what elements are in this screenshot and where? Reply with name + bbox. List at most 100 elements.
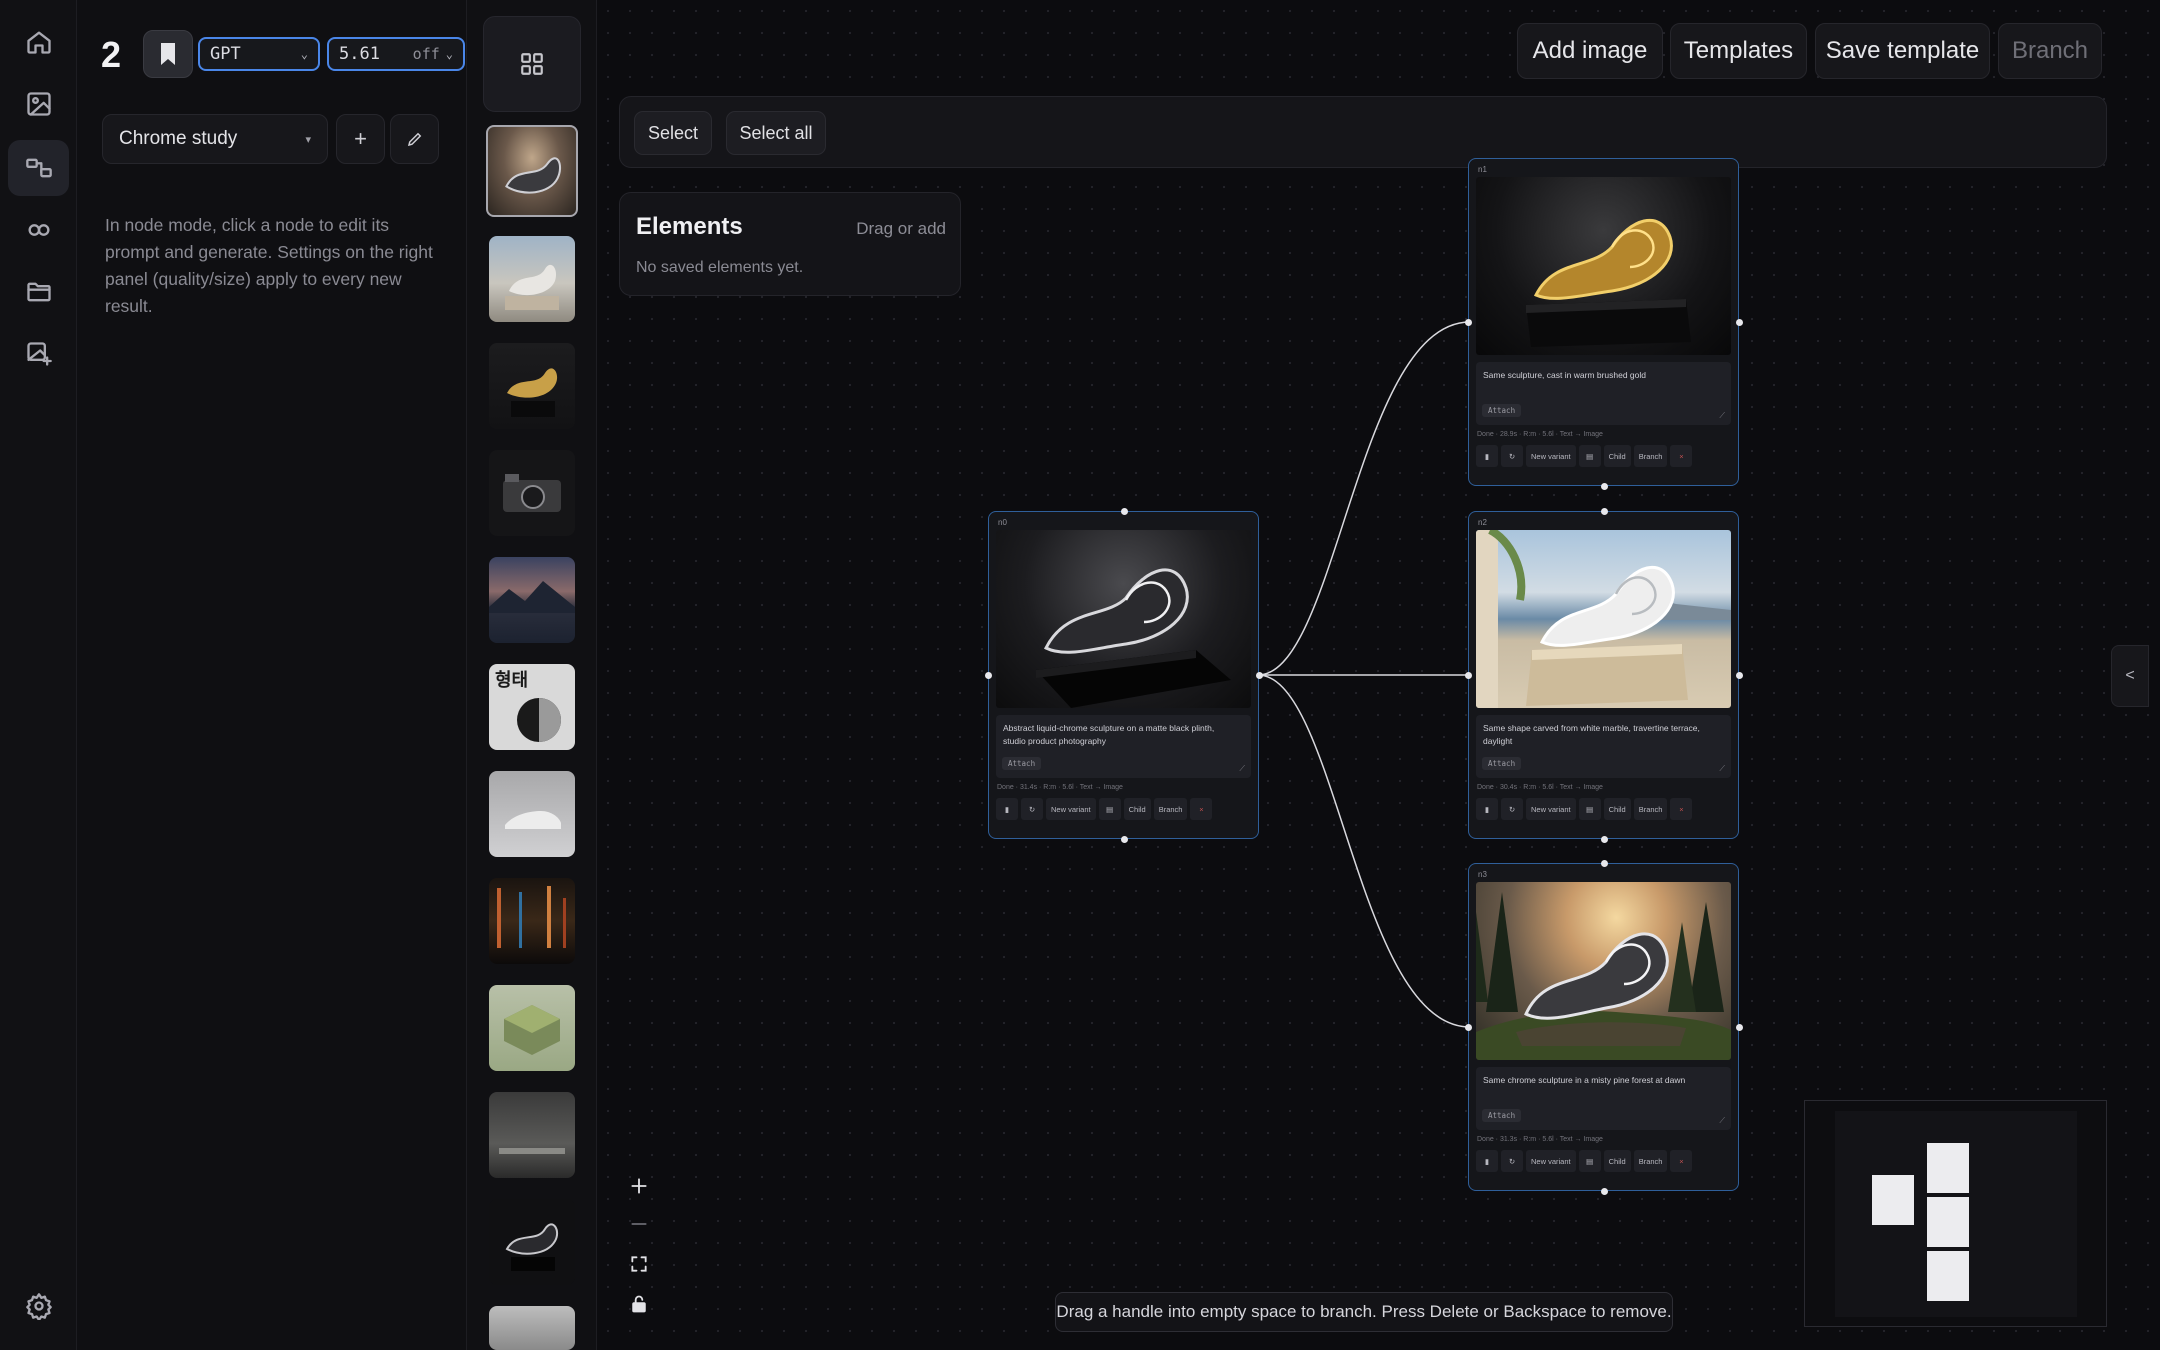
connection-handle[interactable] — [1736, 319, 1743, 326]
history-thumbnail[interactable] — [486, 125, 578, 217]
folder-button[interactable] — [8, 264, 69, 320]
nodes-button[interactable] — [8, 140, 69, 196]
delete-node-button[interactable]: × — [1670, 798, 1693, 820]
connection-handle[interactable] — [1601, 483, 1608, 490]
attach-button[interactable]: Attach — [1482, 404, 1522, 417]
bookmark-button[interactable] — [143, 30, 193, 78]
node-image[interactable] — [1476, 882, 1731, 1060]
connection-handle[interactable] — [1601, 1188, 1608, 1195]
node-card[interactable]: n2 Same shape carved from white marble, … — [1465, 508, 1743, 843]
node-prompt[interactable]: Abstract liquid-chrome sculpture on a ma… — [996, 715, 1251, 778]
history-thumbnail[interactable] — [489, 1199, 575, 1285]
delete-node-button[interactable]: × — [1670, 445, 1693, 467]
zoom-in-button[interactable] — [619, 1168, 659, 1204]
history-thumbnail[interactable] — [489, 1092, 575, 1178]
history-thumbnail[interactable] — [489, 450, 575, 536]
new-variant-button[interactable]: New variant — [1046, 798, 1096, 820]
regenerate-button[interactable]: ↻ — [1501, 798, 1523, 820]
node-prompt[interactable]: Same chrome sculpture in a misty pine fo… — [1476, 1067, 1731, 1130]
connection-handle[interactable] — [1465, 672, 1472, 679]
image-add-button[interactable] — [8, 326, 69, 382]
elements-drag-add[interactable]: Drag or add — [856, 219, 946, 239]
child-button[interactable]: Child — [1603, 445, 1631, 467]
connection-handle[interactable] — [985, 672, 992, 679]
compare-button[interactable]: ▤ — [1578, 445, 1601, 467]
node-branch-button[interactable]: Branch — [1633, 445, 1668, 467]
new-variant-button[interactable]: New variant — [1526, 445, 1576, 467]
model-select[interactable]: GPT ⌄ — [198, 37, 320, 71]
history-thumbnail[interactable] — [489, 1306, 575, 1350]
bookmark-node-button[interactable]: ▮ — [1476, 798, 1498, 820]
collapse-panel-button[interactable]: < — [2111, 645, 2149, 707]
history-thumbnail[interactable]: 형태 — [489, 664, 575, 750]
compare-button[interactable]: ▤ — [1578, 798, 1601, 820]
history-thumbnail[interactable] — [489, 985, 575, 1071]
node-image[interactable] — [996, 530, 1251, 708]
connection-handle[interactable] — [1601, 860, 1608, 867]
node-image[interactable] — [1476, 177, 1731, 355]
regenerate-button[interactable]: ↻ — [1501, 445, 1523, 467]
zoom-out-button[interactable] — [619, 1206, 659, 1242]
node-image[interactable] — [1476, 530, 1731, 708]
history-thumbnail[interactable] — [489, 343, 575, 429]
branch-button[interactable]: Branch — [1998, 23, 2102, 79]
community-button[interactable] — [8, 202, 69, 258]
node-branch-button[interactable]: Branch — [1633, 1150, 1668, 1172]
fit-view-button[interactable] — [619, 1246, 659, 1282]
connection-handle[interactable] — [1465, 1024, 1472, 1031]
templates-button[interactable]: Templates — [1670, 23, 1807, 79]
connection-handle[interactable] — [1465, 319, 1472, 326]
history-thumbnail[interactable] — [489, 236, 575, 322]
bookmark-node-button[interactable]: ▮ — [1476, 1150, 1498, 1172]
node-card[interactable]: n0 Abstract liquid-chrome sculpture on a… — [985, 508, 1263, 843]
settings-button[interactable] — [8, 1278, 69, 1334]
select-all-button[interactable]: Select all — [726, 111, 826, 155]
node-branch-button[interactable]: Branch — [1153, 798, 1188, 820]
child-button[interactable]: Child — [1603, 798, 1631, 820]
node-canvas[interactable]: Add image Templates Save template Branch… — [597, 0, 2160, 1350]
node-prompt[interactable]: Same shape carved from white marble, tra… — [1476, 715, 1731, 778]
connection-handle[interactable] — [1736, 1024, 1743, 1031]
node-branch-button[interactable]: Branch — [1633, 798, 1668, 820]
rename-project-button[interactable] — [390, 114, 439, 164]
regenerate-button[interactable]: ↻ — [1501, 1150, 1523, 1172]
resize-handle-icon[interactable]: ⟋ — [1719, 1116, 1725, 1126]
attach-button[interactable]: Attach — [1482, 1109, 1522, 1122]
add-image-button[interactable]: Add image — [1517, 23, 1663, 79]
resize-handle-icon[interactable]: ⟋ — [1719, 411, 1725, 421]
node-card[interactable]: n3 Same chrome sculpture in a misty pine… — [1465, 860, 1743, 1195]
regenerate-button[interactable]: ↻ — [1021, 798, 1043, 820]
version-select[interactable]: 5.61 off ⌄ — [327, 37, 465, 71]
resize-handle-icon[interactable]: ⟋ — [1719, 764, 1725, 774]
new-variant-button[interactable]: New variant — [1526, 798, 1576, 820]
attach-button[interactable]: Attach — [1482, 757, 1522, 770]
connection-handle[interactable] — [1121, 836, 1128, 843]
resize-handle-icon[interactable]: ⟋ — [1239, 764, 1245, 774]
lock-button[interactable] — [619, 1286, 659, 1322]
grid-view-button[interactable] — [483, 16, 581, 112]
connection-handle[interactable] — [1121, 508, 1128, 515]
bookmark-node-button[interactable]: ▮ — [1476, 445, 1498, 467]
connection-handle[interactable] — [1601, 836, 1608, 843]
add-project-button[interactable]: + — [336, 114, 385, 164]
new-variant-button[interactable]: New variant — [1526, 1150, 1576, 1172]
connection-handle[interactable] — [1736, 672, 1743, 679]
connection-handle[interactable] — [1256, 672, 1263, 679]
bookmark-node-button[interactable]: ▮ — [996, 798, 1018, 820]
node-prompt[interactable]: Same sculpture, cast in warm brushed gol… — [1476, 362, 1731, 425]
attach-button[interactable]: Attach — [1002, 757, 1042, 770]
child-button[interactable]: Child — [1123, 798, 1151, 820]
minimap[interactable] — [1804, 1100, 2107, 1327]
child-button[interactable]: Child — [1603, 1150, 1631, 1172]
images-button[interactable] — [8, 76, 69, 132]
connection-handle[interactable] — [1601, 508, 1608, 515]
node-card[interactable]: n1 Same sculpture, cast in warm brushed … — [1465, 158, 1743, 490]
history-thumbnail[interactable] — [489, 771, 575, 857]
delete-node-button[interactable]: × — [1190, 798, 1213, 820]
compare-button[interactable]: ▤ — [1578, 1150, 1601, 1172]
project-select[interactable]: Chrome study ▾ — [102, 114, 328, 164]
history-thumbnail[interactable] — [489, 557, 575, 643]
save-template-button[interactable]: Save template — [1815, 23, 1990, 79]
compare-button[interactable]: ▤ — [1098, 798, 1121, 820]
home-button[interactable] — [8, 14, 69, 70]
